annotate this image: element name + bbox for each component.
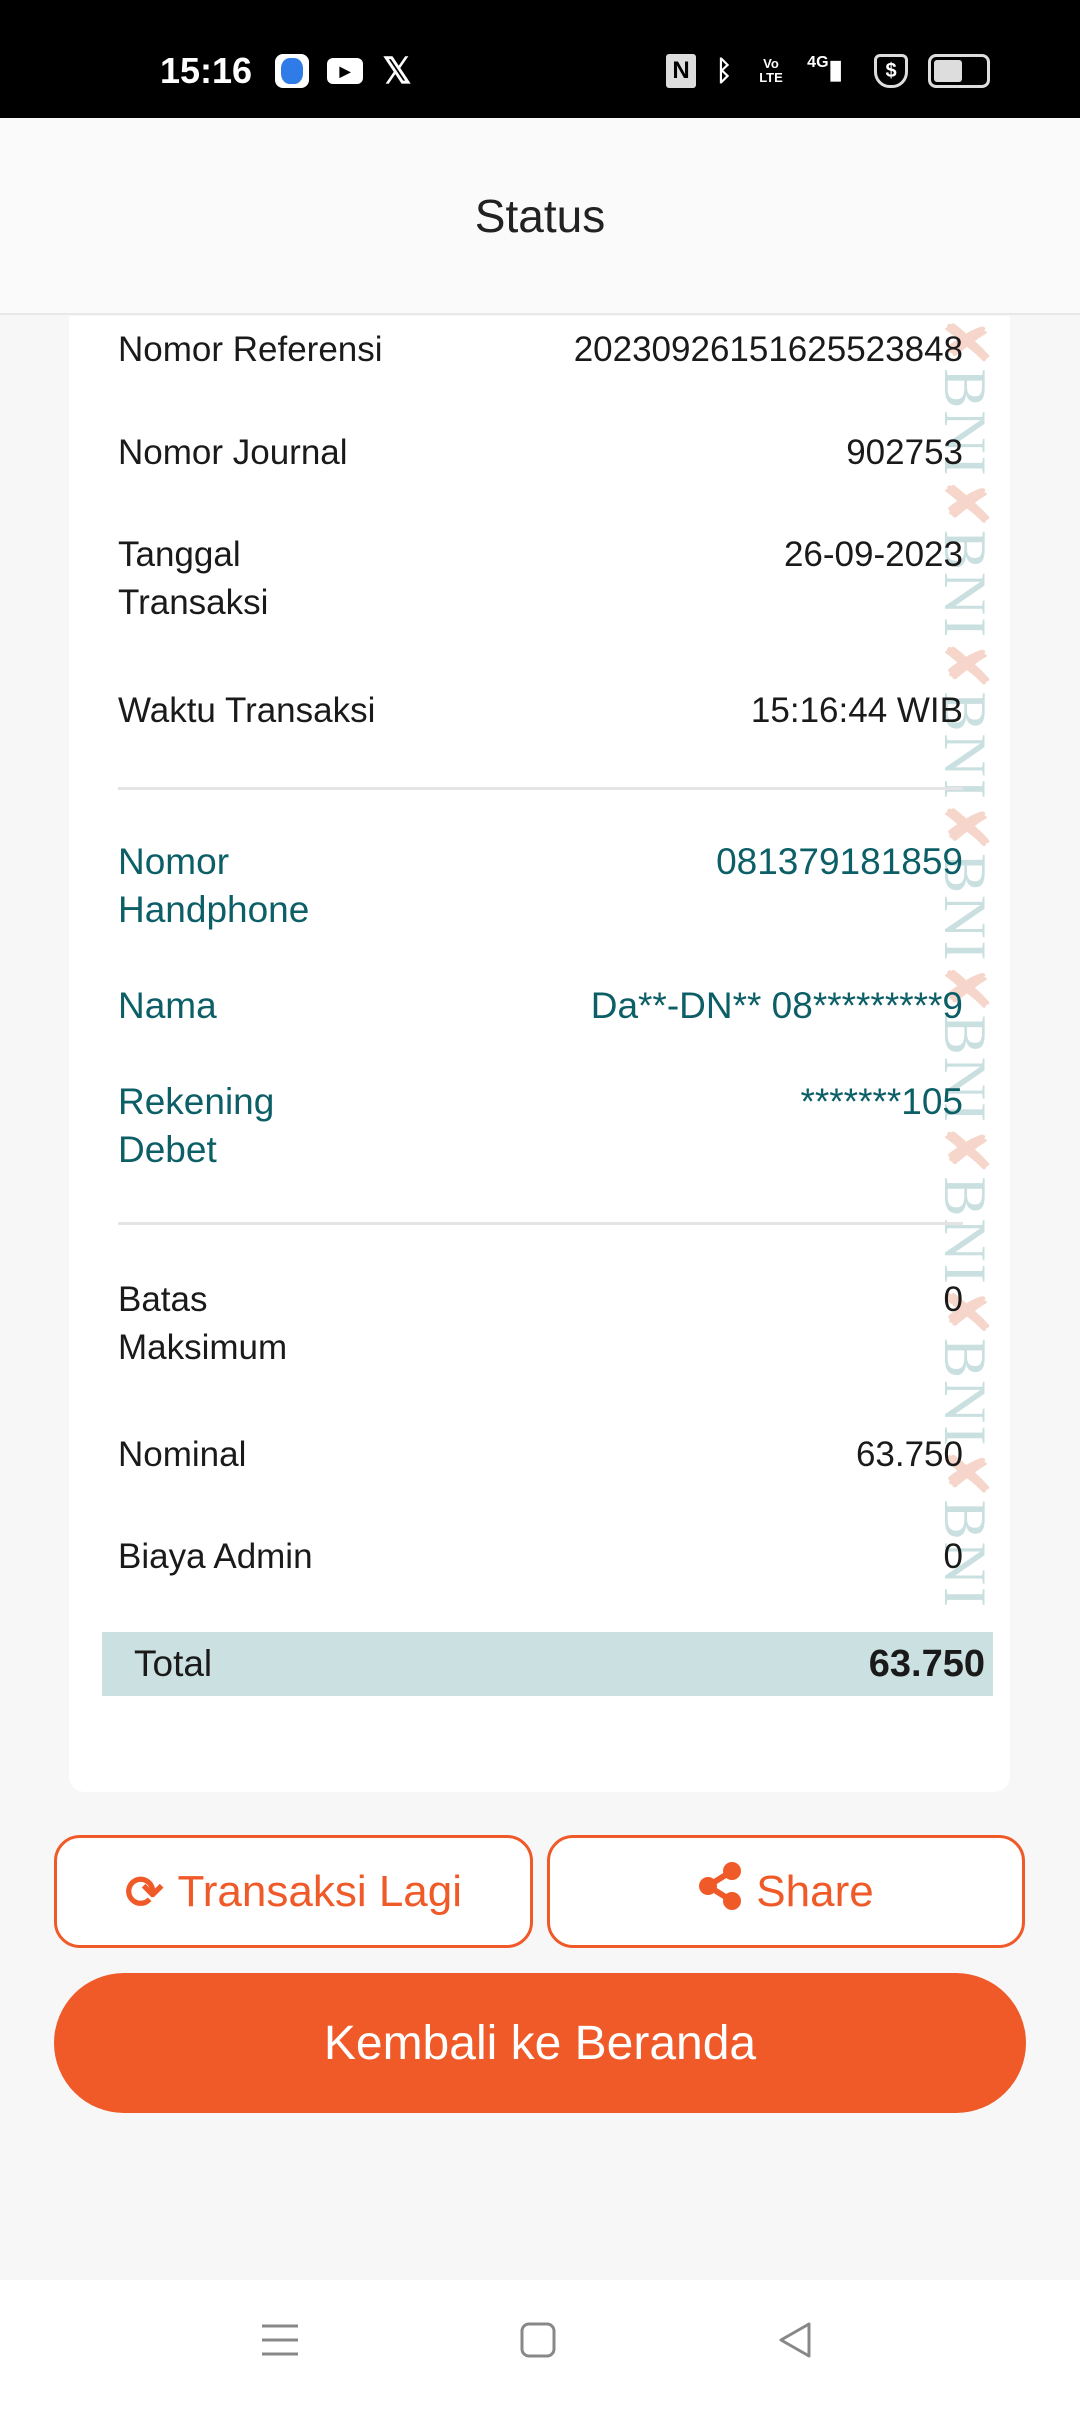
value: 20230926151625523848 — [573, 330, 963, 369]
menu-nav-button[interactable] — [260, 2320, 300, 2365]
account-row: Nama Da**-DN** 08*********9 — [118, 982, 963, 1030]
value: 26-09-2023 — [783, 535, 963, 574]
page-title: Status — [474, 189, 606, 242]
receipt-card: ✘BNI✘BNI✘BNI✘BNI✘BNI✘BNI✘BNI✘BNI Nomor R… — [69, 316, 1010, 1792]
share-icon — [698, 1861, 742, 1922]
share-button[interactable]: Share — [547, 1835, 1025, 1948]
clock: 15:16 — [160, 50, 253, 91]
shield-dollar-icon: $ — [874, 54, 908, 88]
detail-row: Tanggal Transaksi 26-09-2023 — [118, 531, 963, 627]
value: *******105 — [800, 1081, 963, 1122]
x-icon: 𝕏 — [382, 50, 412, 91]
divider — [118, 787, 963, 790]
label: Nomor Handphone — [118, 841, 310, 930]
detail-row: Waktu Transaksi 15:16:44 WIB — [118, 687, 963, 735]
value: 15:16:44 WIB — [750, 691, 963, 730]
label: Rekening Debet — [118, 1081, 275, 1170]
account-row: Nomor Handphone 081379181859 — [118, 838, 963, 934]
detail-row: Nomor Referensi 20230926151625523848 — [118, 326, 963, 374]
label: Batas Maksimum — [118, 1280, 288, 1367]
app-header: Status — [0, 118, 1080, 315]
value: 0 — [943, 1537, 963, 1576]
value: 63.750 — [855, 1435, 963, 1474]
label: Biaya Admin — [118, 1537, 313, 1576]
label: Nomor Referensi — [118, 330, 383, 369]
transaksi-lagi-button[interactable]: ⟳ Transaksi Lagi — [54, 1835, 533, 1948]
label: Waktu Transaksi — [118, 691, 376, 730]
signal-icon: 4G ▮ — [807, 54, 843, 84]
amount-row: Nominal 63.750 — [118, 1431, 963, 1479]
label: Nama — [118, 985, 217, 1026]
youtube-icon: ▶ — [327, 58, 363, 84]
amount-row: Batas Maksimum 0 — [118, 1276, 963, 1372]
label: Tanggal Transaksi — [118, 535, 269, 622]
button-label: Transaksi Lagi — [177, 1866, 463, 1916]
divider — [118, 1222, 963, 1225]
button-label: Share — [756, 1866, 874, 1916]
refresh-icon: ⟳ — [124, 1865, 164, 1918]
total-row: Total 63.750 — [102, 1632, 993, 1696]
label: Nominal — [118, 1435, 247, 1474]
bluetooth-icon: ᛒ — [715, 55, 733, 86]
account-row: Rekening Debet *******105 — [118, 1078, 963, 1174]
back-nav-button[interactable] — [775, 2320, 815, 2365]
volte-icon: Vo LTE — [759, 56, 783, 85]
browser-app-icon — [275, 54, 309, 88]
detail-row: Nomor Journal 902753 — [118, 429, 963, 477]
value: Da**-DN** 08*********9 — [590, 985, 963, 1026]
total-label: Total — [134, 1643, 213, 1684]
value: 081379181859 — [716, 841, 963, 882]
battery-icon — [928, 54, 990, 88]
value: 0 — [943, 1280, 963, 1319]
home-nav-button[interactable] — [518, 2320, 558, 2365]
label: Nomor Journal — [118, 433, 348, 472]
navigation-bar — [0, 2280, 1080, 2412]
network-type: 4G — [807, 54, 829, 71]
nfc-icon: N — [666, 54, 696, 88]
status-bar: 15:16 ▶ 𝕏 N ᛒ Vo LTE 4G ▮ $ — [0, 0, 1080, 118]
total-value: 63.750 — [868, 1642, 985, 1685]
kembali-ke-beranda-button[interactable]: Kembali ke Beranda — [54, 1973, 1026, 2113]
amount-row: Biaya Admin 0 — [118, 1533, 963, 1581]
value: 902753 — [846, 433, 963, 472]
